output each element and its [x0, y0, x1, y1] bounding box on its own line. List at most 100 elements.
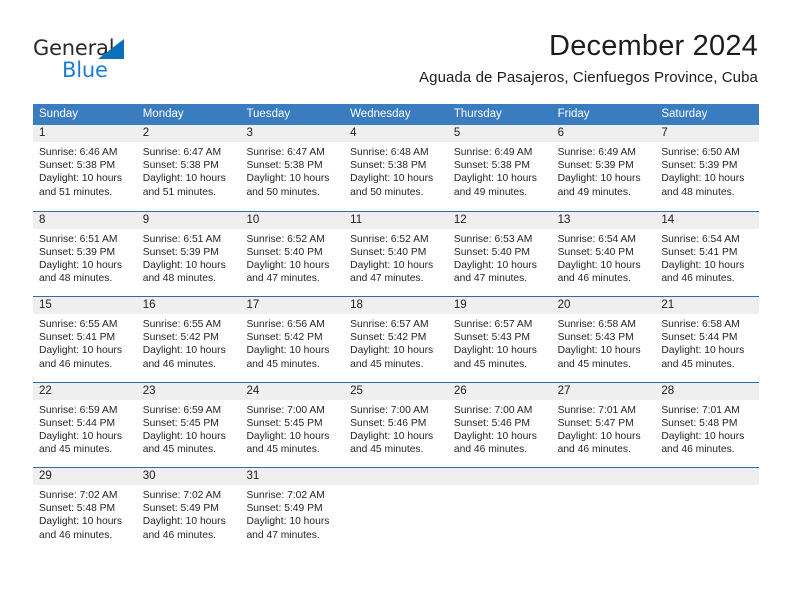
day-cell-16[interactable]: 16 Sunrise: 6:55 AM Sunset: 5:42 PM Dayligh… — [136, 297, 241, 382]
day-cell-5[interactable]: 5 Sunrise: 6:49 AM Sunset: 5:38 PM Daylight… — [447, 125, 552, 211]
day-cell-29[interactable]: 29 Sunrise: 7:02 AM Sunset: 5:48 PM Dayligh… — [33, 468, 137, 553]
day-detail-line: Sunrise: 6:46 AM — [39, 147, 118, 158]
day-cell-19[interactable]: 19 Sunrise: 6:57 AM Sunset: 5:43 PM Dayligh… — [447, 297, 552, 382]
day-detail-line: Sunset: 5:44 PM — [661, 332, 738, 344]
day-detail-line: and 48 minutes. — [39, 273, 113, 285]
day-cell-24[interactable]: 24 Sunrise: 7:00 AM Sunset: 5:45 PM Dayligh… — [240, 382, 345, 467]
day-cell-4[interactable]: 4 Sunrise: 6:48 AM Sunset: 5:38 PM Daylight… — [344, 125, 448, 211]
day-detail-line: Sunset: 5:46 PM — [453, 417, 531, 429]
day-detail-line: Daylight: 10 hours — [661, 259, 745, 271]
day-cell-1[interactable]: 1 Sunrise: 6:46 AM Sunset: 5:38 PM Daylight… — [33, 125, 137, 211]
day-number: 27 — [557, 384, 571, 397]
day-cell-11[interactable]: 11 Sunrise: 6:52 AM Sunset: 5:40 PM Dayligh… — [344, 211, 448, 296]
day-cell-22[interactable]: 22 Sunrise: 6:59 AM Sunset: 5:44 PM Dayligh… — [33, 382, 137, 467]
day-detail-line: Sunset: 5:39 PM — [39, 246, 116, 258]
day-cell-18[interactable]: 18 Sunrise: 6:57 AM Sunset: 5:42 PM Dayligh… — [344, 297, 448, 382]
day-detail-line: Sunrise: 6:59 AM — [142, 404, 222, 416]
day-detail-line: Sunset: 5:43 PM — [557, 332, 634, 344]
day-cell-8[interactable]: 8 Sunrise: 6:51 AM Sunset: 5:39 PM Daylight… — [33, 211, 137, 296]
day-cell-10[interactable]: 10 Sunrise: 6:52 AM Sunset: 5:40 PM Dayligh… — [240, 211, 345, 296]
day-number: 11 — [350, 213, 363, 226]
day-details: Sunrise: 6:55 AM Sunset: 5:42 PM Daylight:… — [137, 314, 241, 371]
day-cell-17[interactable]: 17 Sunrise: 6:56 AM Sunset: 5:42 PM Dayligh… — [240, 297, 345, 382]
day-detail-line: and 51 minutes. — [39, 186, 113, 198]
day-detail-line: Daylight: 10 hours — [350, 345, 434, 357]
day-detail-line: Daylight: 10 hours — [661, 430, 745, 442]
day-number: 26 — [453, 384, 467, 397]
day-detail-line: Daylight: 10 hours — [661, 345, 745, 357]
day-detail-line: Sunset: 5:48 PM — [661, 417, 738, 429]
day-detail-line: Daylight: 10 hours — [39, 259, 122, 271]
day-cell-20[interactable]: 20 Sunrise: 6:58 AM Sunset: 5:43 PM Dayligh… — [551, 297, 656, 382]
day-detail-line: Sunset: 5:39 PM — [142, 246, 219, 258]
day-detail-line: Daylight: 10 hours — [350, 259, 434, 271]
day-cell-25[interactable]: 25 Sunrise: 7:00 AM Sunset: 5:46 PM Dayligh… — [344, 382, 448, 467]
day-detail-line: and 45 minutes. — [142, 444, 216, 456]
day-detail-line: Sunset: 5:40 PM — [453, 246, 531, 258]
day-detail-line: and 45 minutes. — [557, 358, 631, 370]
day-cell-27[interactable]: 27 Sunrise: 7:01 AM Sunset: 5:47 PM Dayligh… — [551, 382, 656, 467]
day-number-band — [240, 125, 345, 142]
day-cell-3[interactable]: 3 Sunrise: 6:47 AM Sunset: 5:38 PM Daylight… — [240, 125, 345, 211]
day-cell-empty — [655, 468, 760, 553]
day-details: Sunrise: 6:58 AM Sunset: 5:43 PM Daylight:… — [552, 314, 656, 371]
day-detail-line: Daylight: 10 hours — [557, 173, 641, 185]
day-detail-line: Sunrise: 6:47 AM — [246, 147, 325, 158]
day-details: Sunrise: 7:00 AM Sunset: 5:46 PM Daylight:… — [344, 400, 448, 457]
day-details: Sunrise: 7:02 AM Sunset: 5:49 PM Daylight:… — [240, 485, 344, 542]
day-cell-21[interactable]: 21 Sunrise: 6:58 AM Sunset: 5:44 PM Dayligh… — [655, 297, 760, 382]
day-detail-line: Sunset: 5:38 PM — [142, 160, 219, 172]
day-cell-31[interactable]: 31 Sunrise: 7:02 AM Sunset: 5:49 PM Dayligh… — [240, 468, 345, 553]
day-number-band — [447, 125, 552, 142]
day-detail-line: and 47 minutes. — [453, 273, 528, 285]
day-cell-2[interactable]: 2 Sunrise: 6:47 AM Sunset: 5:38 PM Daylight… — [136, 125, 241, 211]
day-number: 19 — [453, 299, 467, 311]
calendar-week-row: 29 Sunrise: 7:02 AM Sunset: 5:48 PM Dayligh… — [33, 467, 760, 553]
day-number: 2 — [142, 127, 150, 139]
day-cell-7[interactable]: 7 Sunrise: 6:50 AM Sunset: 5:39 PM Daylight… — [655, 125, 760, 211]
day-cell-12[interactable]: 12 Sunrise: 6:53 AM Sunset: 5:40 PM Dayligh… — [447, 211, 552, 296]
day-detail-line: Sunset: 5:43 PM — [453, 332, 531, 344]
day-cell-6[interactable]: 6 Sunrise: 6:49 AM Sunset: 5:39 PM Daylight… — [551, 125, 656, 211]
weekday-header-sunday: Sunday — [39, 108, 79, 120]
day-detail-line: Sunset: 5:38 PM — [453, 160, 531, 172]
day-detail-line: Sunset: 5:40 PM — [557, 246, 634, 258]
day-detail-line: Sunrise: 6:54 AM — [661, 233, 740, 245]
day-detail-line: Sunrise: 7:00 AM — [246, 404, 325, 416]
day-cell-9[interactable]: 9 Sunrise: 6:51 AM Sunset: 5:39 PM Daylight… — [136, 211, 241, 296]
day-number: 9 — [142, 213, 150, 226]
day-detail-line: and 46 minutes. — [557, 273, 631, 285]
day-detail-line: Sunrise: 7:01 AM — [661, 404, 740, 416]
day-cell-28[interactable]: 28 Sunrise: 7:01 AM Sunset: 5:48 PM Dayligh… — [655, 382, 760, 467]
day-number: 23 — [142, 384, 156, 397]
day-number: 30 — [142, 470, 156, 482]
day-detail-line: and 45 minutes. — [39, 444, 113, 456]
day-details: Sunrise: 6:55 AM Sunset: 5:41 PM Daylight:… — [33, 314, 137, 371]
weekday-header-wednesday: Wednesday — [350, 108, 411, 120]
day-detail-line: Sunset: 5:44 PM — [39, 417, 116, 429]
generalblue-logo[interactable]: General Blue — [33, 36, 163, 82]
day-detail-line: Daylight: 10 hours — [453, 173, 537, 185]
day-details: Sunrise: 6:53 AM Sunset: 5:40 PM Daylight:… — [448, 229, 552, 286]
day-number-band — [136, 211, 241, 229]
day-number: 25 — [350, 384, 363, 397]
day-number: 21 — [661, 299, 675, 311]
day-details: Sunrise: 6:52 AM Sunset: 5:40 PM Daylight:… — [344, 229, 448, 286]
day-cell-13[interactable]: 13 Sunrise: 6:54 AM Sunset: 5:40 PM Dayligh… — [551, 211, 656, 296]
day-cell-23[interactable]: 23 Sunrise: 6:59 AM Sunset: 5:45 PM Dayligh… — [136, 382, 241, 467]
day-detail-line: and 45 minutes. — [350, 358, 424, 370]
weekday-header-tuesday: Tuesday — [246, 108, 291, 120]
day-details: Sunrise: 6:50 AM Sunset: 5:39 PM Daylight:… — [655, 142, 759, 199]
day-detail-line: Daylight: 10 hours — [246, 259, 330, 271]
day-number: 1 — [39, 127, 46, 139]
day-detail-line: and 46 minutes. — [39, 358, 113, 370]
day-detail-line: Sunset: 5:45 PM — [142, 417, 219, 429]
day-detail-line: and 47 minutes. — [350, 273, 424, 285]
day-detail-line: and 45 minutes. — [350, 444, 424, 456]
day-cell-30[interactable]: 30 Sunrise: 7:02 AM Sunset: 5:49 PM Dayligh… — [136, 468, 241, 553]
day-cell-26[interactable]: 26 Sunrise: 7:00 AM Sunset: 5:46 PM Dayligh… — [447, 382, 552, 467]
day-cell-15[interactable]: 15 Sunrise: 6:55 AM Sunset: 5:41 PM Dayligh… — [33, 297, 137, 382]
logo-triangle-icon — [98, 39, 124, 59]
day-detail-line: Sunrise: 7:00 AM — [453, 404, 533, 416]
day-cell-14[interactable]: 14 Sunrise: 6:54 AM Sunset: 5:41 PM Dayligh… — [655, 211, 760, 296]
